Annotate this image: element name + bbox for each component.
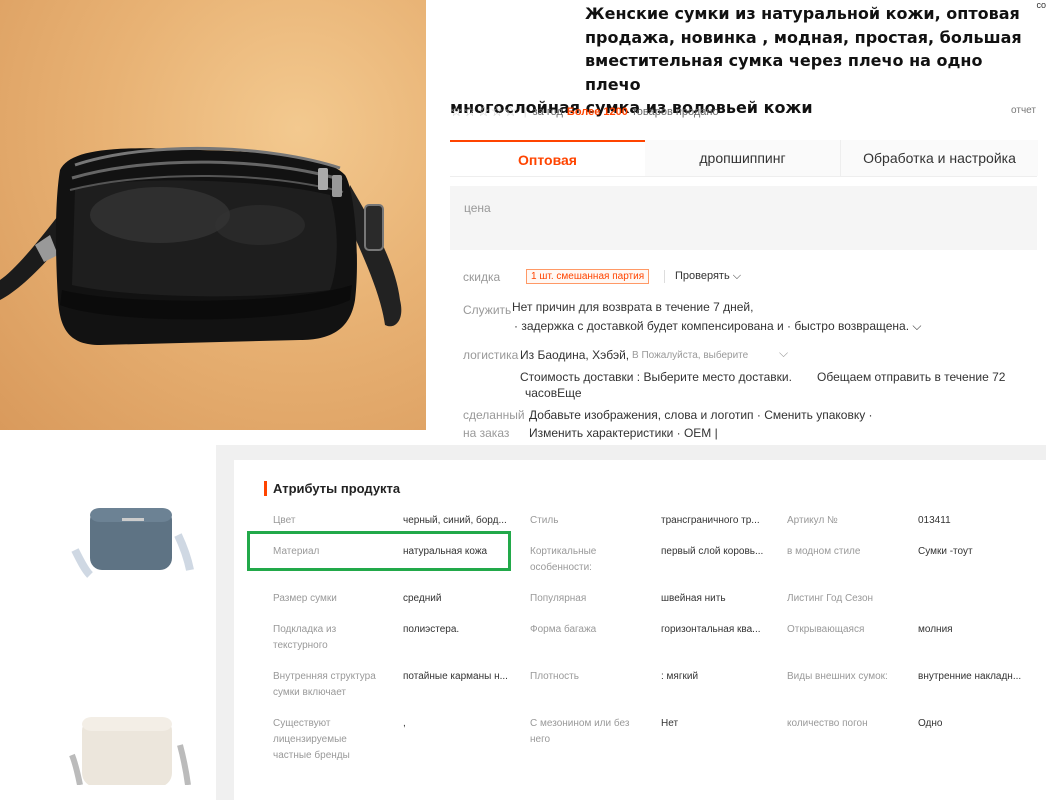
attr-key: Виды внешних сумок: bbox=[787, 671, 888, 682]
product-title: Женские сумки из натуральной кожи, оптов… bbox=[450, 2, 1040, 120]
product-main-image[interactable] bbox=[0, 0, 426, 430]
price-box: цена bbox=[450, 186, 1037, 250]
product-title-line-3: вместительная сумка через плечо на одно … bbox=[585, 51, 983, 94]
attr-value: средний bbox=[403, 593, 442, 604]
check-dropdown[interactable]: Проверять ⌵ bbox=[664, 270, 741, 283]
service-line-2[interactable]: · задержка с доставкой будет компенсиров… bbox=[514, 319, 921, 334]
custom-options-2[interactable]: Изменить характеристики · OEM | bbox=[529, 426, 718, 440]
report-link[interactable]: отчет bbox=[1011, 105, 1036, 116]
thumbnail-white-bag[interactable] bbox=[60, 705, 195, 787]
tab-wholesale[interactable]: Оптовая bbox=[450, 140, 645, 176]
attr-value: : мягкий bbox=[661, 671, 699, 682]
attr-key: количество погон bbox=[787, 718, 868, 729]
attr-key: Подкладка из текстурного bbox=[273, 624, 337, 651]
attr-value: 013411 bbox=[918, 515, 951, 526]
rating-row: ☆☆☆☆☆ | за год Более 1200 товаров продан… bbox=[450, 103, 719, 120]
tab-dropshipping[interactable]: дропшиппинг bbox=[645, 140, 840, 176]
shipping-cost: Стоимость доставки : Выберите место дост… bbox=[520, 370, 792, 384]
attr-value: молния bbox=[918, 624, 953, 635]
logistics-origin: Из Баодина, Хэбэй, bbox=[520, 348, 630, 362]
attr-value: потайные карманы н... bbox=[403, 671, 508, 682]
attr-value: горизонтальная ква... bbox=[661, 624, 761, 635]
custom-options-1[interactable]: Добавьте изображения, слова и логотип · … bbox=[529, 408, 873, 422]
attributes-title: Атрибуты продукта bbox=[264, 481, 400, 496]
attr-key: Открывающаяся bbox=[787, 624, 865, 635]
attr-key: Кортикальные особенности: bbox=[530, 546, 597, 573]
chevron-down-icon[interactable]: ⌵ bbox=[779, 346, 788, 361]
attr-value: Нет bbox=[661, 718, 679, 729]
custom-label-1: сделанный bbox=[463, 408, 525, 422]
attr-value: швейная нить bbox=[661, 593, 726, 604]
attr-key: Листинг Год Сезон bbox=[787, 593, 874, 604]
price-label: цена bbox=[464, 201, 491, 215]
attr-key: Материал bbox=[273, 546, 320, 557]
attr-value: черный, синий, борд... bbox=[403, 515, 507, 526]
more-link[interactable]: часовЕще bbox=[525, 386, 582, 400]
mixed-batch-badge[interactable]: 1 шт. смешанная партия bbox=[526, 269, 650, 284]
attr-value: Сумки -тоут bbox=[918, 546, 973, 557]
thumbnail-blue-bag[interactable] bbox=[60, 490, 195, 585]
attr-value: Одно bbox=[918, 718, 943, 729]
attr-value: первый слой коровь... bbox=[661, 546, 764, 557]
attr-key: в модном стиле bbox=[787, 546, 861, 557]
sales-count: Более 1200 bbox=[566, 105, 628, 118]
corner-text: co bbox=[1036, 0, 1046, 10]
logistics-label: логистика bbox=[463, 348, 519, 362]
attr-key: Внутренняя структура сумки включает bbox=[273, 671, 376, 698]
custom-label-2: на заказ bbox=[463, 426, 510, 440]
attr-value: полиэстера. bbox=[403, 624, 460, 635]
attr-value: натуральная кожа bbox=[403, 546, 488, 557]
star-rating-icon[interactable]: ☆☆☆☆☆ bbox=[450, 103, 518, 120]
handbag-illustration bbox=[0, 146, 402, 345]
attr-key: Существуют лицензируемые частные бренды bbox=[273, 718, 350, 761]
dispatch-promise: Обещаем отправить в течение 72 bbox=[817, 370, 1006, 384]
product-title-line-2: продажа, новинка , модная, простая, боль… bbox=[585, 27, 1022, 47]
discount-label: скидка bbox=[463, 270, 501, 284]
service-label: Служить bbox=[463, 303, 512, 317]
attr-key: Цвет bbox=[273, 515, 296, 526]
attr-key: С мезонином или без него bbox=[530, 718, 630, 745]
attr-key: Артикул № bbox=[787, 515, 838, 526]
destination-select[interactable]: В Пожалуйста, выберите bbox=[632, 350, 748, 361]
product-title-line-1: Женские сумки из натуральной кожи, оптов… bbox=[585, 4, 1020, 23]
attr-key: Размер сумки bbox=[273, 593, 337, 604]
service-line-1: Нет причин для возврата в течение 7 дней… bbox=[512, 300, 754, 314]
attr-value: внутренние накладн... bbox=[918, 671, 1022, 682]
sales-suffix: товаров продано bbox=[631, 105, 719, 118]
attr-key: Плотность bbox=[530, 671, 579, 682]
attr-key: Популярная bbox=[530, 593, 587, 604]
purchase-tabs: Оптовая дропшиппинг Обработка и настройк… bbox=[450, 140, 1038, 177]
tab-customization[interactable]: Обработка и настройка bbox=[840, 140, 1038, 176]
attr-value: трансграничного тр... bbox=[661, 515, 760, 526]
attr-key: Форма багажа bbox=[530, 624, 597, 635]
attr-value: , bbox=[403, 718, 406, 729]
divider: | bbox=[523, 105, 527, 118]
sales-prefix: за год bbox=[532, 105, 563, 118]
attr-key: Стиль bbox=[530, 515, 559, 526]
